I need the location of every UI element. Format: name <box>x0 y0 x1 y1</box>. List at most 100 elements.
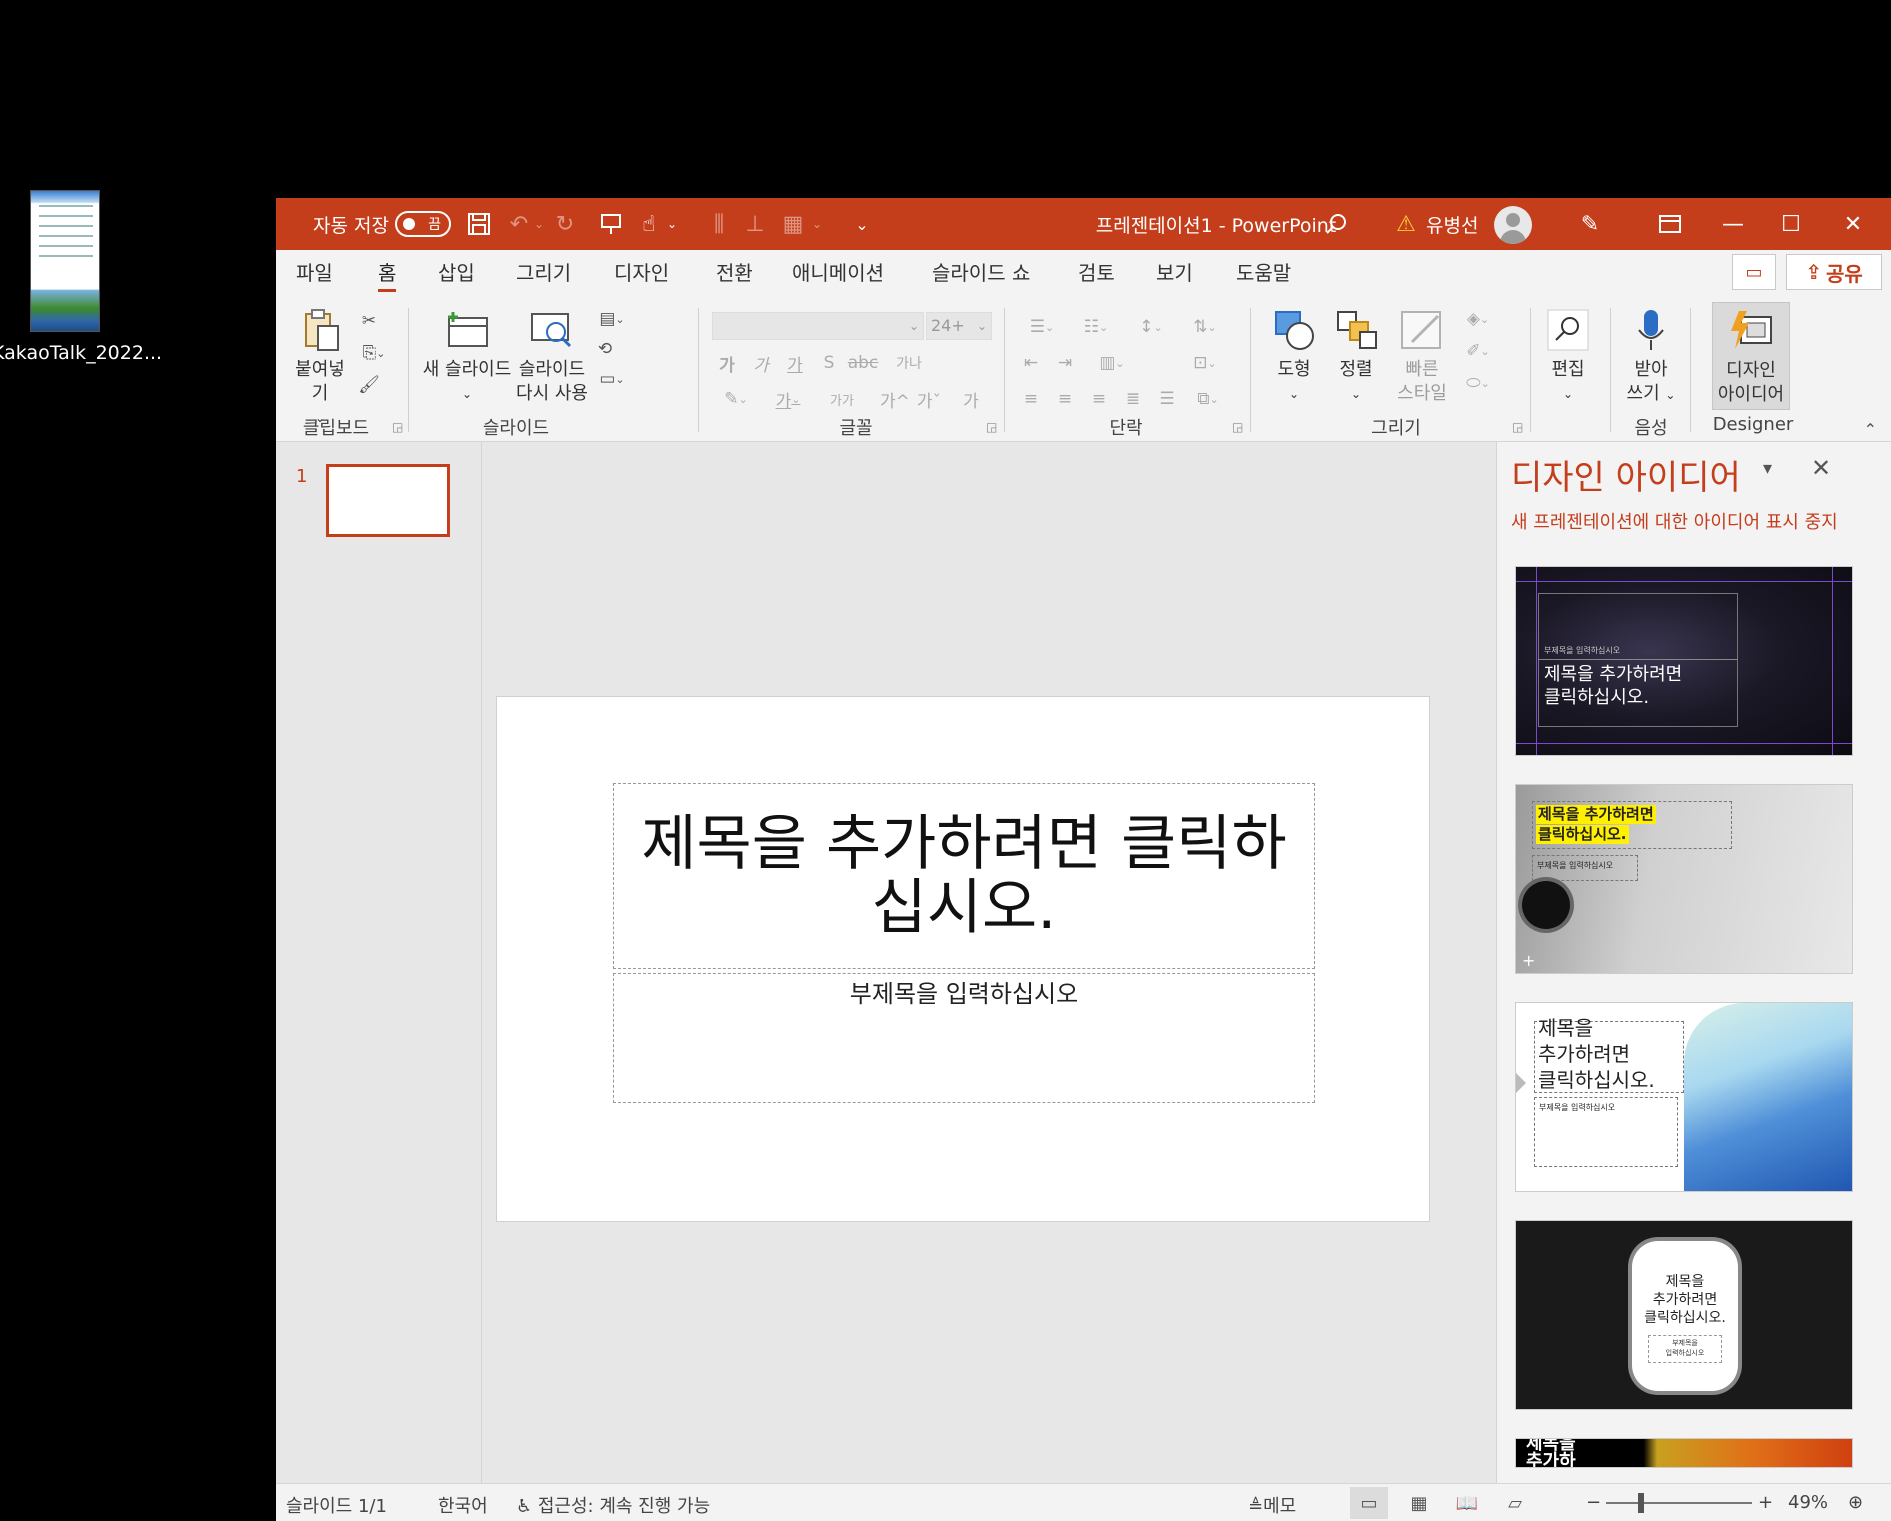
bold-button[interactable]: 가 <box>712 348 742 378</box>
bullets-icon[interactable]: ☰ ⌄ <box>1016 312 1068 342</box>
group-dropdown-icon[interactable]: ⌄ <box>810 198 824 250</box>
section-icon[interactable]: ▭ ⌄ <box>590 364 634 394</box>
distribute-icon[interactable]: ⫼ <box>702 198 736 250</box>
shrink-font-button[interactable]: 가ˇ <box>914 384 944 414</box>
normal-view-icon[interactable]: ▭ <box>1350 1487 1388 1519</box>
search-icon[interactable] <box>1312 198 1360 250</box>
clipboard-launcher-icon[interactable]: ◲ <box>392 420 403 434</box>
close-pane-icon[interactable]: ✕ <box>1811 454 1831 482</box>
clear-formatting-button[interactable]: 가 <box>956 384 986 414</box>
text-direction-icon[interactable]: ⇅ ⌄ <box>1180 312 1230 342</box>
align-icon[interactable]: ⊥ <box>738 198 772 250</box>
shapes-button[interactable]: 도형 ⌄ <box>1266 308 1322 406</box>
new-slide-button[interactable]: 새 슬라이드 ⌄ <box>422 308 512 406</box>
font-launcher-icon[interactable]: ◲ <box>986 420 997 434</box>
align-text-icon[interactable]: ⊡ ⌄ <box>1180 348 1230 378</box>
strikethrough-icon[interactable]: abc <box>848 348 879 378</box>
tab-slideshow[interactable]: 슬라이드 쇼 <box>932 258 1030 292</box>
zoom-level[interactable]: 49% <box>1788 1492 1828 1513</box>
format-painter-icon[interactable]: 🖌 <box>354 370 384 400</box>
distributed-icon[interactable]: ☰ <box>1152 384 1182 414</box>
tab-home[interactable]: 홈 <box>378 258 397 292</box>
tab-review[interactable]: 검토 <box>1078 258 1115 292</box>
font-size-combo[interactable]: 24+ ⌄ <box>926 312 992 340</box>
cut-icon[interactable]: ✂ <box>354 306 384 336</box>
zoom-slider[interactable] <box>1606 1502 1752 1504</box>
tab-file[interactable]: 파일 <box>296 258 333 292</box>
tab-animations[interactable]: 애니메이션 <box>792 258 884 292</box>
smartart-icon[interactable]: ⧉ ⌄ <box>1186 384 1230 414</box>
design-idea-1[interactable]: 부제목을 입력하십시오 제목을 추가하려면 클릭하십시오. <box>1515 566 1853 756</box>
grow-font-button[interactable]: 가^ <box>880 384 910 414</box>
align-left-icon[interactable]: ≡ <box>1016 384 1046 414</box>
comments-button[interactable]: ▭ <box>1732 254 1776 290</box>
notes-button[interactable]: ≜메모 <box>1248 1492 1296 1518</box>
drawing-launcher-icon[interactable]: ◲ <box>1512 420 1523 434</box>
accessibility-status[interactable]: ♿ 접근성: 계속 진행 가능 <box>516 1492 710 1518</box>
pane-options-icon[interactable]: ▾ <box>1763 458 1772 479</box>
tab-view[interactable]: 보기 <box>1156 258 1193 292</box>
maximize-icon[interactable]: ☐ <box>1762 198 1820 250</box>
dictate-button[interactable]: 받아 쓰기 ⌄ <box>1616 308 1686 407</box>
shape-effects-icon[interactable]: ⬭ ⌄ <box>1456 368 1500 398</box>
minimize-icon[interactable]: — <box>1704 198 1762 250</box>
redo-icon[interactable]: ↻ <box>548 198 582 250</box>
zoom-out-icon[interactable]: − <box>1586 1492 1601 1513</box>
tab-transitions[interactable]: 전환 <box>716 258 753 292</box>
align-center-icon[interactable]: ≡ <box>1050 384 1080 414</box>
justify-icon[interactable]: ≣ <box>1118 384 1148 414</box>
decrease-indent-icon[interactable]: ⇤ <box>1016 348 1046 378</box>
numbering-icon[interactable]: ☷ ⌄ <box>1070 312 1122 342</box>
design-idea-3[interactable]: 제목을 추가하려면 클릭하십시오. 부제목을 입력하십시오 <box>1515 1002 1853 1192</box>
slide-thumbnail[interactable] <box>326 464 450 537</box>
slide-sorter-icon[interactable]: ▦ <box>1400 1487 1438 1519</box>
ribbon-display-options-icon[interactable] <box>1646 198 1694 250</box>
shadow-button[interactable]: S <box>814 348 844 378</box>
fit-to-window-icon[interactable]: ⊕ <box>1848 1492 1863 1513</box>
design-ideas-button[interactable]: 디자인 아이디어 <box>1712 302 1790 410</box>
undo-dropdown-icon[interactable]: ⌄ <box>532 198 546 250</box>
line-spacing-icon[interactable]: ↕ ⌄ <box>1126 312 1176 342</box>
layout-icon[interactable]: ▤ ⌄ <box>590 304 634 334</box>
stop-ideas-link[interactable]: 새 프레젠테이션에 대한 아이디어 표시 중지 <box>1511 508 1838 534</box>
align-right-icon[interactable]: ≡ <box>1084 384 1114 414</box>
language[interactable]: 한국어 <box>438 1492 488 1518</box>
slideshow-view-icon[interactable]: ▱ <box>1496 1487 1534 1519</box>
share-button[interactable]: ⇪ 공유 <box>1786 254 1882 290</box>
tab-draw[interactable]: 그리기 <box>516 258 571 292</box>
title-placeholder[interactable]: 제목을 추가하려면 클릭하십시오. <box>613 783 1315 969</box>
columns-icon[interactable]: ▥ ⌄ <box>1090 348 1134 378</box>
copy-icon[interactable]: ⎘ ⌄ <box>354 338 394 368</box>
arrange-button[interactable]: 정렬 ⌄ <box>1328 308 1384 406</box>
font-color-icon[interactable]: 가 ⌄ <box>766 384 810 414</box>
shape-outline-icon[interactable]: ✐ ⌄ <box>1456 336 1500 366</box>
quick-styles-button[interactable]: 빠른 스타일 <box>1386 308 1458 406</box>
reading-view-icon[interactable]: 📖 <box>1448 1487 1486 1519</box>
underline-button[interactable]: 가 <box>780 348 810 378</box>
customize-toolbar-icon[interactable]: ⌄ <box>848 198 876 250</box>
save-icon[interactable] <box>462 198 496 250</box>
increase-indent-icon[interactable]: ⇥ <box>1050 348 1080 378</box>
italic-button[interactable]: 가 <box>746 348 776 378</box>
design-idea-4[interactable]: 제목을 추가하려면 클릭하십시오. 부제목을 입력하십시오 <box>1515 1220 1853 1410</box>
font-name-combo[interactable]: ⌄ <box>712 312 924 340</box>
paragraph-launcher-icon[interactable]: ◲ <box>1232 420 1243 434</box>
tab-design[interactable]: 디자인 <box>614 258 669 292</box>
zoom-slider-thumb[interactable] <box>1638 1493 1644 1513</box>
zoom-in-icon[interactable]: + <box>1758 1492 1773 1513</box>
tab-insert[interactable]: 삽입 <box>438 258 475 292</box>
shape-fill-icon[interactable]: ◈ ⌄ <box>1456 304 1500 334</box>
autosave-toggle[interactable]: 끔 <box>392 198 454 250</box>
close-icon[interactable]: ✕ <box>1824 198 1882 250</box>
undo-icon[interactable]: ↶ <box>502 198 536 250</box>
pen-icon[interactable]: ✎ <box>1566 198 1614 250</box>
char-spacing-button[interactable]: 가나 <box>884 348 934 378</box>
touch-dropdown-icon[interactable]: ⌄ <box>664 198 680 250</box>
touch-mode-icon[interactable]: ☝ <box>632 198 666 250</box>
tab-help[interactable]: 도움말 <box>1236 258 1291 292</box>
subtitle-placeholder[interactable]: 부제목을 입력하십시오 <box>613 973 1315 1103</box>
editing-button[interactable]: 편집 ⌄ <box>1538 308 1598 406</box>
collapse-ribbon-icon[interactable]: ⌃ <box>1864 420 1877 439</box>
change-case-button[interactable]: 가가 <box>818 384 866 414</box>
reuse-slides-button[interactable]: 슬라이드 다시 사용 <box>512 308 592 406</box>
